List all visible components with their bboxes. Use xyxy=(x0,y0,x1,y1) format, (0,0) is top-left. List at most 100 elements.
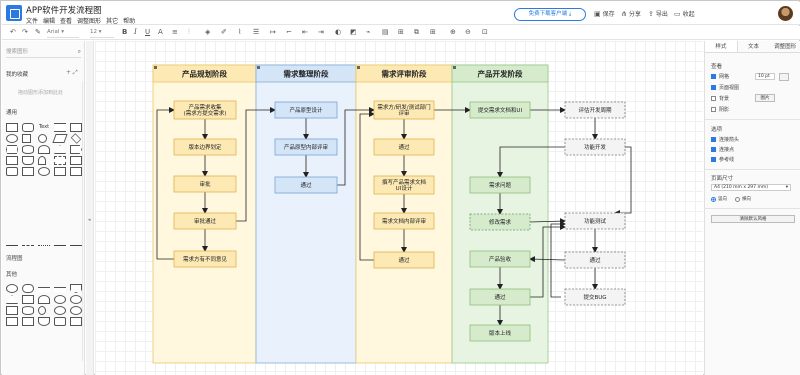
dotted-line-icon[interactable] xyxy=(38,245,50,246)
flowchart-diagram[interactable]: 产品规划阶段 需求整理阶段 需求评审阶段 产品开发阶段 产品需求收集(需求方提交需求)… xyxy=(95,41,703,375)
flow-node-scope[interactable]: 版本边界划定 xyxy=(173,138,237,156)
connector-style-icon[interactable]: ↦ xyxy=(270,28,276,36)
flow-node-proto[interactable]: 产品原型设计 xyxy=(274,101,338,119)
merge-shape-icon[interactable] xyxy=(6,295,18,304)
internal-storage-icon[interactable] xyxy=(6,317,18,326)
diagram-canvas[interactable]: 产品规划阶段 需求整理阶段 需求评审阶段 产品开发阶段 产品需求收集 (需求方提交需求)… xyxy=(95,41,703,375)
ellipse-shape-icon[interactable] xyxy=(6,134,18,143)
link-icon[interactable]: ⌁ xyxy=(366,28,370,36)
undo-icon[interactable]: ↶ xyxy=(10,28,16,36)
left-right-arrow-icon[interactable] xyxy=(38,287,50,292)
dashed-line-icon[interactable] xyxy=(22,245,34,246)
delay-shape-icon[interactable] xyxy=(38,317,50,326)
page-view-checkbox[interactable]: 页面视图 xyxy=(711,84,739,91)
tab-text[interactable]: 文本 xyxy=(738,41,770,52)
diamond-shape-icon[interactable] xyxy=(70,133,82,144)
flow-node-pass3[interactable]: 通过 xyxy=(373,138,435,156)
font-family-select[interactable]: Arial ▾ xyxy=(47,29,79,38)
callout-shape-icon[interactable] xyxy=(54,167,66,176)
right-arrow-icon[interactable] xyxy=(54,287,66,292)
flow-node-devtest[interactable]: 功能开发 xyxy=(564,138,626,156)
terminator-shape-icon[interactable] xyxy=(22,284,34,293)
summing-shape-icon[interactable] xyxy=(54,295,66,304)
square-shape-icon[interactable] xyxy=(22,134,31,143)
or-shape-icon[interactable] xyxy=(38,167,50,176)
tab-arrange[interactable]: 调整图形 xyxy=(769,41,800,52)
image-icon[interactable]: ▤ xyxy=(382,28,389,36)
to-front-icon[interactable]: ⧉ xyxy=(414,28,419,37)
flow-node-pass5[interactable]: 通过 xyxy=(469,288,531,306)
align-icon[interactable]: ≡ xyxy=(172,28,178,36)
flow-node-doc-review[interactable]: 需求文档内部评审 xyxy=(373,212,435,230)
display-shape-icon[interactable] xyxy=(38,295,50,304)
font-size-select[interactable]: 12 ▾ xyxy=(90,29,114,38)
menu-other[interactable]: 其它 xyxy=(106,16,118,25)
grid-color-button[interactable] xyxy=(779,73,789,81)
flow-node-test[interactable]: 功能测试 xyxy=(564,212,626,230)
flow-node-req-issue[interactable]: 需求问题 xyxy=(469,176,531,194)
page-size-select[interactable]: A4 (210 mm x 297 mm) ▾ xyxy=(711,184,791,191)
portrait-radio[interactable]: 竖向 xyxy=(711,196,727,202)
or-junction-shape-icon[interactable] xyxy=(70,295,82,304)
background-checkbox[interactable]: 背景 xyxy=(711,95,729,102)
fill-color-icon[interactable]: ◈ xyxy=(205,28,210,36)
menu-arrange[interactable]: 调整图形 xyxy=(77,16,101,25)
sidebar-scrollbar[interactable] xyxy=(82,81,83,361)
tab-style[interactable]: 样式 xyxy=(705,41,738,52)
italic-icon[interactable]: I xyxy=(134,28,137,36)
flow-node-write-doc[interactable]: 撰写产品需求文档UI设计 xyxy=(373,175,435,195)
flow-node-pass6[interactable]: 通过 xyxy=(564,251,626,269)
sort-shape-icon[interactable] xyxy=(70,306,82,315)
flow-node-release[interactable]: 版本上线 xyxy=(469,324,531,342)
table-icon[interactable]: ⊞ xyxy=(398,28,404,36)
flow-node-ui-req[interactable]: 需求方/研发/测试部门评审 xyxy=(373,100,435,120)
punched-card-icon[interactable] xyxy=(54,317,66,326)
bold-icon[interactable]: B xyxy=(122,28,127,36)
flow-node-disagree[interactable]: 需求方有不同意见 xyxy=(173,250,237,268)
landscape-radio[interactable]: 横向 xyxy=(735,196,751,202)
card-shape-icon[interactable] xyxy=(6,167,18,176)
arrow-end-icon[interactable]: ⇥ xyxy=(318,28,324,36)
collapse-handle-icon[interactable] xyxy=(257,66,260,69)
background-image-button[interactable]: 图片 xyxy=(755,94,775,102)
zoom-out-icon[interactable]: ⊖ xyxy=(465,28,471,36)
guides-checkbox[interactable]: 参考线 xyxy=(711,156,734,163)
rectangle-shape-icon[interactable] xyxy=(6,123,18,132)
frame-shape-icon[interactable] xyxy=(70,167,82,176)
line-width-icon[interactable]: ☰ xyxy=(253,28,259,36)
line-style-icon[interactable]: ⌇ xyxy=(238,28,241,36)
font-color-icon[interactable]: A xyxy=(158,28,163,36)
collapse-handle-icon[interactable] xyxy=(357,66,360,69)
add-favorite-icon[interactable]: + ⤢ xyxy=(66,69,78,77)
step-shape-icon[interactable] xyxy=(22,167,34,176)
menu-view[interactable]: 查看 xyxy=(60,16,72,25)
cloud-shape-icon[interactable] xyxy=(38,145,50,154)
opacity-icon[interactable]: ◐ xyxy=(335,28,341,36)
grid-size-input[interactable]: 10 pt xyxy=(755,73,775,80)
flowchart-section-title[interactable]: 流程图 xyxy=(6,254,23,262)
collapse-handle-icon[interactable] xyxy=(154,66,157,69)
search-icon[interactable]: ⌕ xyxy=(78,47,81,57)
circle-shape-icon[interactable] xyxy=(38,134,47,143)
flow-node-pass2[interactable]: 通过 xyxy=(274,176,338,194)
flow-node-eval[interactable]: 评估开发周期 xyxy=(564,101,626,119)
flow-node-proto-review[interactable]: 产品原型内部评审 xyxy=(274,138,338,156)
stored-data-icon[interactable] xyxy=(22,317,34,326)
grid-icon[interactable]: ⊞ xyxy=(430,28,436,36)
underline-icon[interactable]: U xyxy=(145,28,150,36)
bidirectional-line-icon[interactable] xyxy=(70,245,82,246)
document-title[interactable]: APP软件开发流程图 xyxy=(26,4,102,16)
flow-node-approved1[interactable]: 审批通过 xyxy=(173,212,237,230)
database-shape-icon[interactable] xyxy=(22,306,34,315)
collate-shape-icon[interactable] xyxy=(54,306,66,315)
actor-shape-icon[interactable] xyxy=(38,156,46,165)
connection-points-checkbox[interactable]: 连接点 xyxy=(711,146,734,153)
textbox-shape-icon[interactable] xyxy=(54,123,66,132)
flow-node-bug[interactable]: 提交BUG xyxy=(564,288,626,306)
save-button[interactable]: ▣ 保存 xyxy=(594,9,615,19)
collapse-handle-icon[interactable] xyxy=(453,66,456,69)
offpage-shape-icon[interactable] xyxy=(70,284,82,293)
flow-node-acceptance[interactable]: 产品验收 xyxy=(469,250,531,268)
user-avatar[interactable] xyxy=(778,6,793,21)
collapse-button[interactable]: ▭ 收起 xyxy=(674,9,695,19)
